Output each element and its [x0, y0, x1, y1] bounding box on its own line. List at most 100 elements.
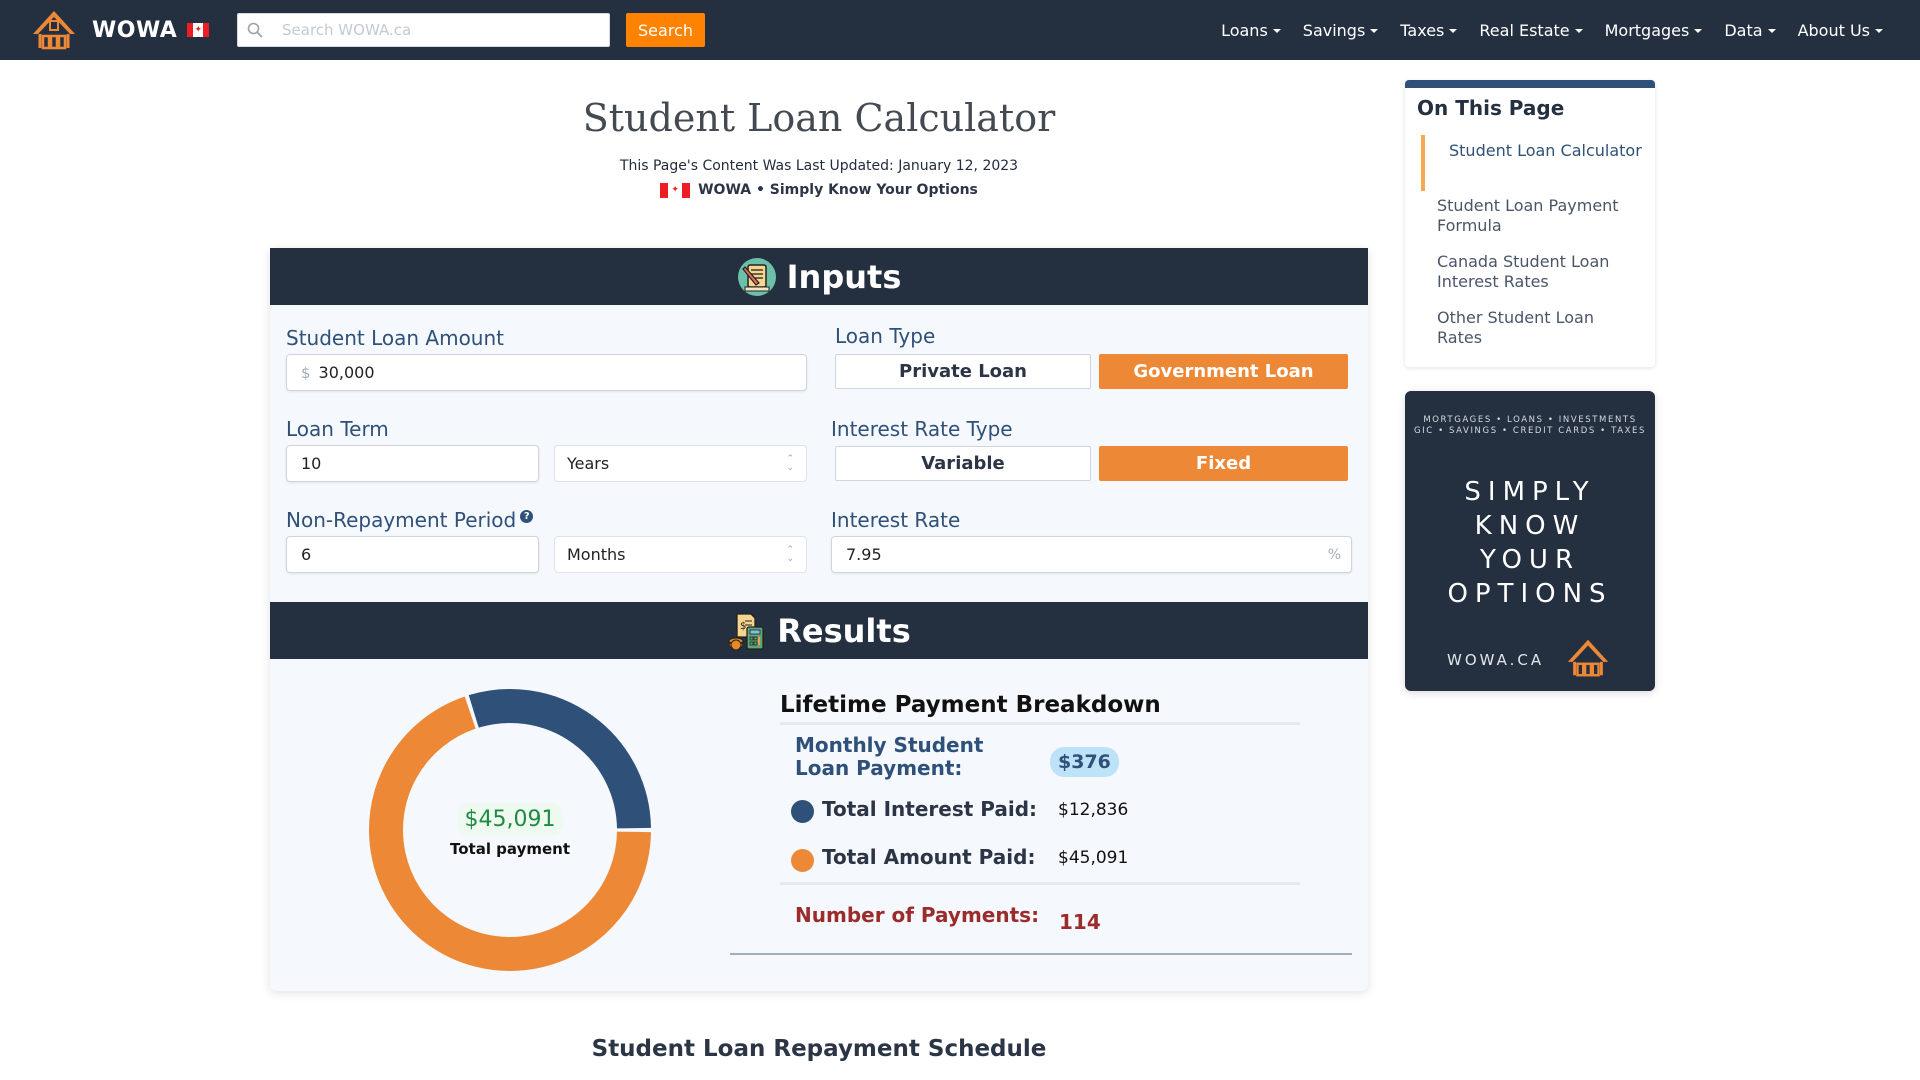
toc-active-indicator	[1421, 135, 1425, 191]
monthly-payment-value: $376	[1050, 747, 1119, 777]
nav-savings[interactable]: Savings	[1303, 21, 1379, 40]
caret-down-icon	[1767, 29, 1776, 33]
interest-rate-field: %	[831, 536, 1352, 573]
toc-item-other-rates[interactable]: Other Student Loan Rates	[1437, 308, 1637, 348]
government-loan-button[interactable]: Government Loan	[1099, 354, 1348, 389]
donut-total-label: Total payment	[449, 839, 571, 858]
nav-about-us-label: About Us	[1797, 20, 1870, 40]
percent-suffix: %	[1327, 546, 1341, 563]
brand[interactable]: WOWA ✦	[30, 8, 210, 52]
search-input[interactable]	[272, 14, 609, 46]
brand-name: WOWA	[92, 17, 178, 43]
total-amount-label: Total Amount Paid:	[822, 845, 1036, 869]
total-amount-value: $45,091	[1058, 848, 1129, 868]
caret-down-icon	[1370, 29, 1379, 33]
toc-item-canada-interest-rates[interactable]: Canada Student Loan Interest Rates	[1437, 252, 1637, 292]
total-legend-dot	[791, 849, 814, 872]
variable-rate-button[interactable]: Variable	[835, 446, 1091, 481]
payment-donut-chart: $45,091 Total payment	[368, 688, 652, 972]
main-menu: Loans Savings Taxes Real Estate Mortgage…	[1221, 0, 1883, 60]
breakdown-bottom-rule	[730, 953, 1352, 955]
ad-slogan: SIMPLY KNOW YOUR OPTIONS	[1405, 475, 1655, 611]
notepad-pencil-icon	[737, 257, 776, 296]
loan-term-field	[286, 445, 539, 482]
donut-total-value: $45,091	[456, 802, 564, 836]
monthly-payment-label: Monthly Student Loan Payment:	[795, 733, 984, 780]
caret-down-icon	[1875, 29, 1883, 33]
number-of-payments-value: 114	[1059, 910, 1101, 934]
calculator-money-icon: $	[728, 612, 764, 650]
loan-amount-field: $	[286, 354, 807, 391]
non-repayment-unit-value: Months	[567, 545, 626, 564]
breakdown-rule-2	[780, 882, 1300, 885]
breakdown-title: Lifetime Payment Breakdown	[780, 692, 1161, 718]
number-of-payments-label: Number of Payments:	[795, 903, 1040, 927]
loan-amount-input[interactable]	[310, 355, 806, 390]
nav-about-us[interactable]: About Us	[1798, 21, 1883, 40]
ad-footer-domain: WOWA.CA	[1447, 651, 1545, 669]
results-title: Results	[777, 611, 911, 650]
interest-rate-input[interactable]	[832, 537, 1328, 572]
updown-chevron-icon: ⌃ ⌄	[786, 544, 794, 564]
search-button[interactable]: Search	[626, 13, 705, 47]
loan-term-input[interactable]	[287, 446, 538, 481]
top-navbar: WOWA ✦ Search Loans Savings Taxes Real E…	[0, 0, 1920, 60]
ad-services-text: MORTGAGES • LOANS • INVESTMENTS GIC • SA…	[1405, 415, 1655, 437]
page-title: Student Loan Calculator	[582, 96, 1056, 140]
total-interest-label: Total Interest Paid:	[822, 797, 1038, 821]
loan-term-label: Loan Term	[286, 417, 389, 441]
updown-chevron-icon: ⌃ ⌄	[786, 453, 794, 473]
interest-legend-dot	[791, 800, 814, 823]
loan-term-unit-select[interactable]: Years ⌃ ⌄	[554, 445, 807, 482]
calculator-card: Inputs Student Loan Amount $ Loan Type P…	[270, 248, 1368, 991]
ad-services-line-2: GIC • SAVINGS • CREDIT CARDS • TAXES	[1413, 426, 1647, 436]
non-repayment-unit-select[interactable]: Months ⌃ ⌄	[554, 536, 807, 573]
help-question-icon[interactable]: ?	[520, 510, 534, 523]
caret-down-icon	[1694, 29, 1703, 33]
nav-loans[interactable]: Loans	[1221, 21, 1281, 40]
tagline-text: WOWA • Simply Know Your Options	[698, 182, 978, 198]
results-header: $ Results	[270, 602, 1368, 659]
nav-real-estate[interactable]: Real Estate	[1479, 21, 1583, 40]
total-interest-value: $12,836	[1058, 800, 1129, 820]
last-updated: This Page's Content Was Last Updated: Ja…	[619, 158, 1019, 174]
caret-down-icon	[1449, 29, 1458, 33]
svg-text:$: $	[740, 621, 746, 632]
loan-type-label: Loan Type	[835, 324, 936, 348]
search-icon	[238, 13, 272, 47]
private-loan-button[interactable]: Private Loan	[835, 354, 1091, 389]
loan-amount-label: Student Loan Amount	[286, 326, 504, 350]
search-box	[237, 13, 610, 47]
canada-flag-icon: ✦	[660, 182, 691, 198]
nav-taxes-label: Taxes	[1400, 20, 1445, 40]
repayment-schedule-title: Student Loan Repayment Schedule	[591, 1036, 1047, 1062]
interest-rate-type-label: Interest Rate Type	[831, 417, 1013, 441]
wowa-house-logo-icon	[1567, 639, 1609, 677]
nav-taxes[interactable]: Taxes	[1400, 20, 1458, 40]
nav-data[interactable]: Data	[1724, 21, 1776, 40]
toc-item-payment-formula[interactable]: Student Loan Payment Formula	[1437, 196, 1637, 236]
non-repayment-input[interactable]	[287, 537, 538, 572]
on-this-page-nav: On This Page Student Loan Calculator Stu…	[1405, 80, 1655, 367]
fixed-rate-button[interactable]: Fixed	[1099, 446, 1348, 481]
wowa-ad-banner[interactable]: MORTGAGES • LOANS • INVESTMENTS GIC • SA…	[1405, 391, 1655, 691]
donut-center: $45,091 Total payment	[368, 688, 652, 972]
tagline: ✦ WOWA • Simply Know Your Options	[270, 182, 1368, 198]
toc-title: On This Page	[1417, 96, 1565, 120]
ad-slogan-line: YOUR	[1479, 545, 1581, 575]
toc-item-student-loan-calculator[interactable]: Student Loan Calculator	[1449, 141, 1649, 161]
caret-down-icon	[1272, 29, 1281, 33]
ad-services-line-1: MORTGAGES • LOANS • INVESTMENTS	[1423, 415, 1637, 425]
non-repayment-label-text: Non-Repayment Period	[286, 508, 517, 532]
interest-rate-label: Interest Rate	[831, 508, 961, 532]
nav-mortgages-label: Mortgages	[1604, 20, 1690, 40]
nav-mortgages[interactable]: Mortgages	[1605, 21, 1703, 40]
nav-loans-label: Loans	[1221, 20, 1268, 40]
nav-savings-label: Savings	[1302, 20, 1366, 40]
canada-flag-icon: ✦	[187, 23, 210, 37]
ad-slogan-line: OPTIONS	[1447, 579, 1613, 609]
loan-term-unit-value: Years	[567, 454, 610, 473]
non-repayment-field	[286, 536, 539, 573]
inputs-header: Inputs	[270, 248, 1368, 305]
inputs-title: Inputs	[786, 257, 902, 296]
